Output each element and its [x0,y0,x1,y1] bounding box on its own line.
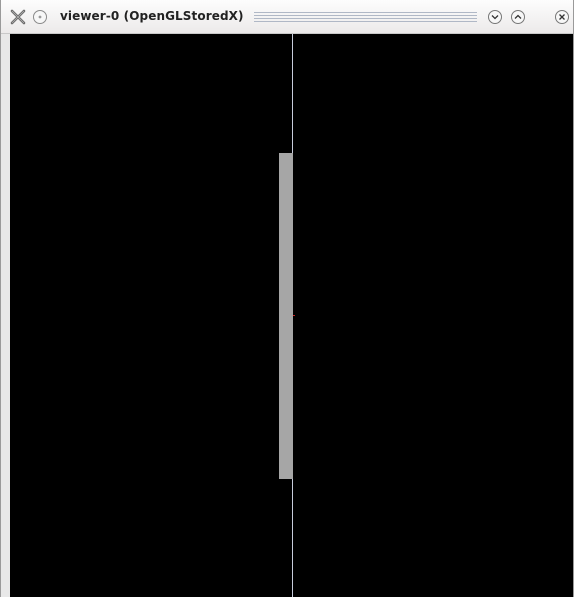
maximize-icon[interactable] [510,9,526,25]
opengl-viewport[interactable] [10,34,573,597]
title-grip [254,12,477,22]
viewer-window: viewer-0 (OpenGLStoredX) [0,0,574,597]
window-menu-icon[interactable] [32,9,48,25]
title-bar[interactable]: viewer-0 (OpenGLStoredX) [1,0,573,34]
x-app-icon[interactable] [10,9,26,25]
origin-marker [293,315,295,316]
rendered-shape [279,153,293,479]
window-title: viewer-0 (OpenGLStoredX) [60,9,244,23]
close-icon[interactable] [554,9,570,25]
minimize-icon[interactable] [487,9,503,25]
